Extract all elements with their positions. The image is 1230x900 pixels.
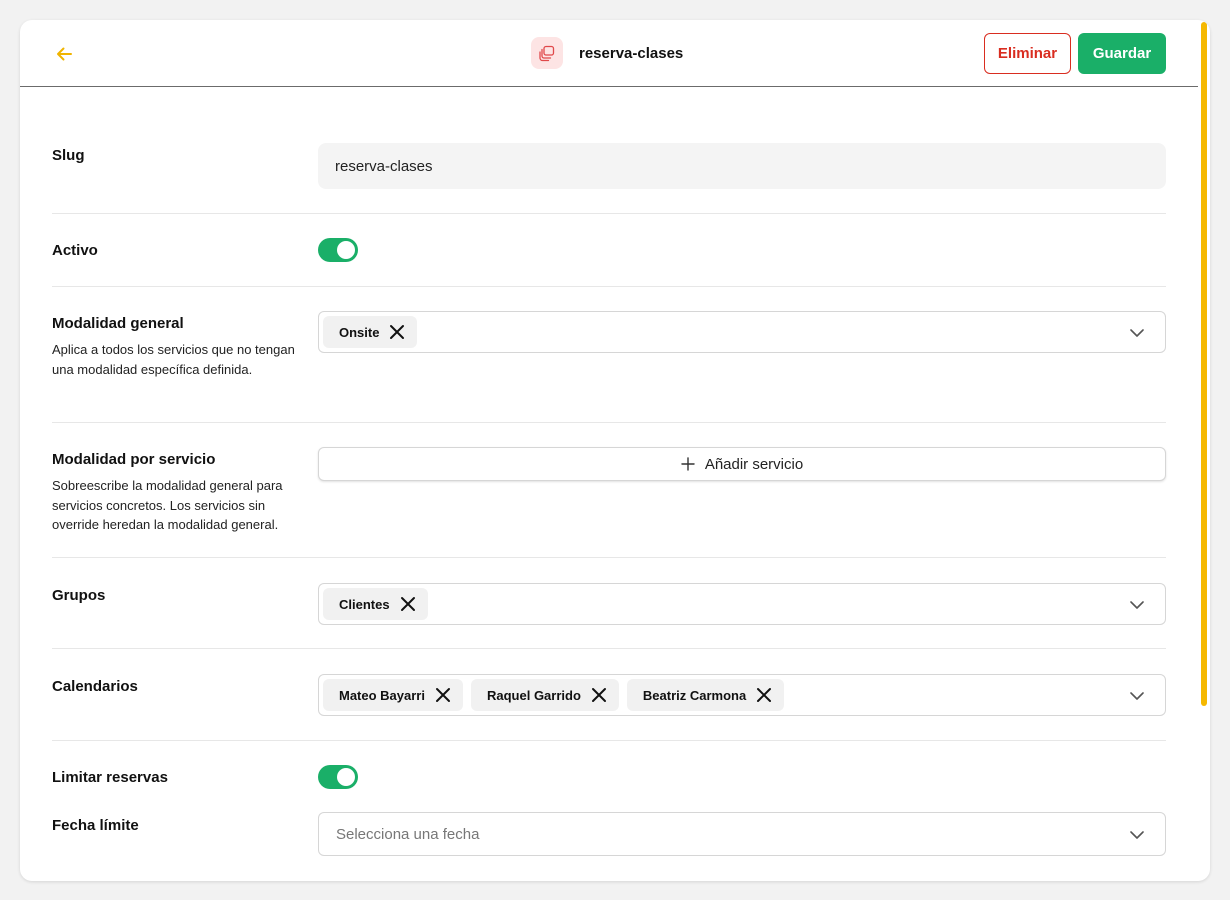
limit-bookings-label: Limitar reservas — [52, 769, 168, 786]
slug-input[interactable] — [318, 143, 1166, 189]
deadline-label: Fecha límite — [52, 817, 139, 834]
calendars-label: Calendarios — [52, 678, 138, 695]
add-service-button[interactable]: Añadir servicio — [318, 447, 1166, 481]
save-button[interactable]: Guardar — [1078, 33, 1166, 74]
chevron-down-icon — [1129, 597, 1145, 613]
groups-select[interactable]: Clientes — [318, 583, 1166, 625]
close-icon[interactable] — [756, 687, 772, 703]
divider — [52, 740, 1166, 741]
divider — [52, 648, 1166, 649]
general-mode-select[interactable]: Onsite — [318, 311, 1166, 353]
toggle-knob — [337, 241, 355, 259]
toggle-knob — [337, 768, 355, 786]
deadline-placeholder: Selecciona una fecha — [336, 826, 480, 843]
slug-label: Slug — [52, 147, 85, 164]
delete-button[interactable]: Eliminar — [984, 33, 1071, 74]
chip-calendar: Mateo Bayarri — [323, 679, 463, 711]
layers-icon — [531, 37, 563, 69]
close-icon[interactable] — [591, 687, 607, 703]
chip-onsite: Onsite — [323, 316, 418, 348]
header-bar: reserva-clases Eliminar Guardar — [20, 20, 1198, 87]
divider — [52, 557, 1166, 558]
chevron-down-icon — [1129, 827, 1145, 843]
calendars-select[interactable]: Mateo Bayarri Raquel Garrido Beatriz Car… — [318, 674, 1166, 716]
divider — [52, 422, 1166, 423]
chip-calendar: Beatriz Carmona — [626, 679, 785, 711]
deadline-date-select[interactable]: Selecciona una fecha — [318, 812, 1166, 856]
chevron-down-icon — [1129, 688, 1145, 704]
general-mode-description: Aplica a todos los servicios que no teng… — [52, 342, 295, 377]
scrollbar[interactable] — [1201, 22, 1207, 706]
close-icon[interactable] — [389, 324, 405, 340]
close-icon[interactable] — [400, 596, 416, 612]
chip-calendar: Raquel Garrido — [470, 679, 619, 711]
service-mode-label: Modalidad por servicio — [52, 451, 216, 468]
divider — [52, 213, 1166, 214]
back-button[interactable] — [50, 40, 78, 68]
active-toggle[interactable] — [318, 238, 358, 262]
close-icon[interactable] — [435, 687, 451, 703]
page-title: reserva-clases — [579, 44, 684, 62]
active-label: Activo — [52, 242, 98, 259]
groups-label: Grupos — [52, 587, 106, 604]
chip-clientes: Clientes — [323, 588, 428, 620]
arrow-left-icon — [57, 47, 72, 61]
service-mode-description: Sobreescribe la modalidad general para s… — [52, 478, 283, 532]
page-title-group: reserva-clases — [531, 37, 683, 69]
limit-bookings-toggle[interactable] — [318, 765, 358, 789]
general-mode-label: Modalidad general — [52, 315, 184, 332]
event-settings-panel: reserva-clases Eliminar Guardar Slug Act… — [20, 20, 1210, 881]
add-service-label: Añadir servicio — [704, 455, 804, 473]
plus-icon — [681, 457, 695, 471]
chevron-down-icon — [1129, 325, 1145, 341]
divider — [52, 286, 1166, 287]
